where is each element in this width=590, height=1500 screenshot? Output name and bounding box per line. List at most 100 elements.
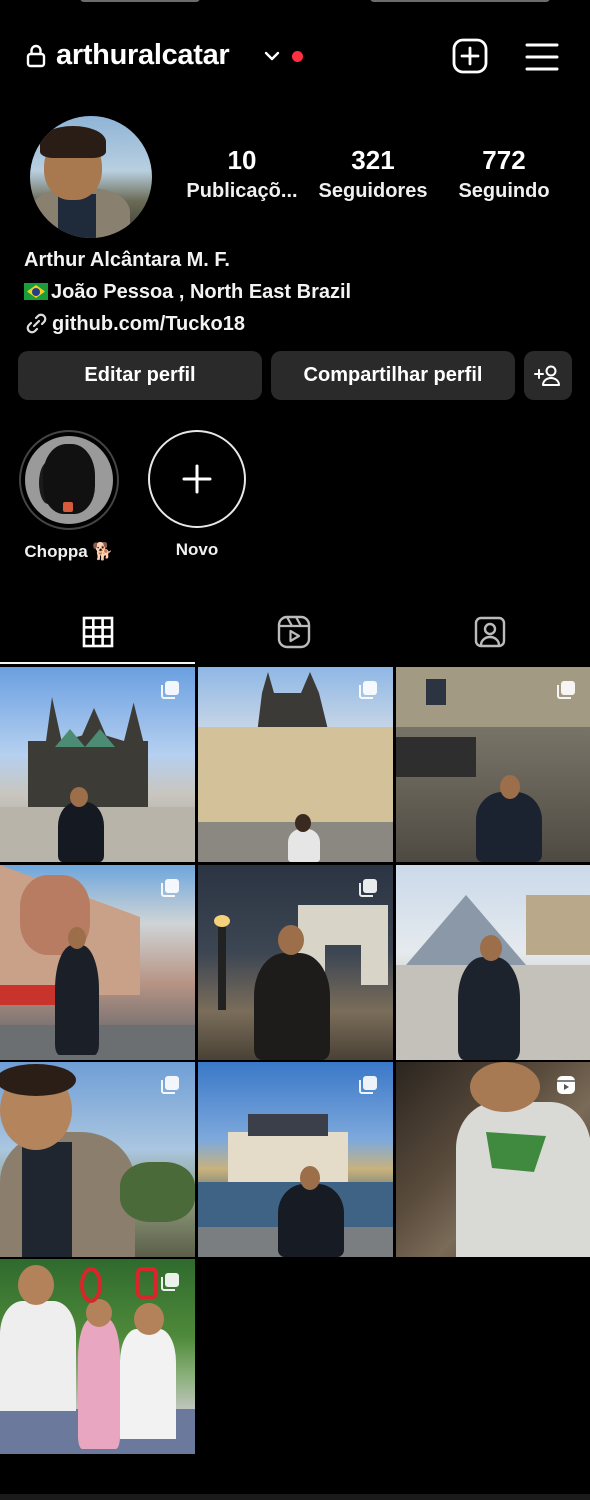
grid-icon bbox=[82, 616, 114, 648]
highlight-new[interactable]: Novo bbox=[142, 430, 252, 560]
balloon-number bbox=[80, 1267, 102, 1303]
post-tile[interactable] bbox=[198, 667, 393, 862]
reels-icon bbox=[277, 615, 311, 649]
balloon-number bbox=[136, 1267, 158, 1299]
username[interactable]: arthuralcatar bbox=[56, 39, 230, 72]
status-bar-left bbox=[80, 0, 200, 2]
white-shirt bbox=[456, 1102, 590, 1257]
person-head bbox=[278, 925, 304, 955]
followers-count-label: Seguidores bbox=[318, 180, 428, 202]
tab-posts[interactable] bbox=[0, 600, 196, 664]
posts-count-label: Publicaçõ... bbox=[186, 180, 298, 202]
person-head bbox=[295, 814, 311, 832]
shirt bbox=[22, 1142, 72, 1257]
person-figure bbox=[288, 829, 320, 862]
post-tile[interactable] bbox=[396, 667, 590, 862]
profile-tabs bbox=[0, 600, 590, 664]
child-dress bbox=[78, 1319, 120, 1449]
post-tile[interactable] bbox=[0, 1062, 195, 1257]
highlight-cover bbox=[25, 436, 113, 524]
person-figure bbox=[458, 957, 520, 1060]
bio-location: João Pessoa , North East Brazil bbox=[51, 281, 352, 303]
museum-building bbox=[228, 1132, 348, 1182]
post-tile[interactable] bbox=[0, 1259, 195, 1454]
profile-avatar[interactable] bbox=[30, 116, 152, 238]
post-tile[interactable] bbox=[396, 865, 590, 1060]
followers-count-value: 321 bbox=[351, 145, 395, 175]
posts-count[interactable]: 10 Publicaçõ... bbox=[177, 144, 307, 203]
status-bar-right bbox=[370, 0, 550, 2]
highlight-choppa[interactable]: Choppa 🐕 bbox=[14, 430, 124, 562]
post-tile[interactable] bbox=[198, 1062, 393, 1257]
active-tab-indicator bbox=[0, 662, 195, 664]
window bbox=[426, 679, 446, 705]
create-post-icon[interactable] bbox=[452, 38, 488, 74]
profile-bio: Arthur Alcântara M. F. João Pessoa , Nor… bbox=[24, 244, 574, 340]
carousel-badge-icon bbox=[359, 681, 377, 699]
avatar-shirt bbox=[58, 194, 96, 238]
tab-reels[interactable] bbox=[196, 600, 392, 664]
lamp-light bbox=[214, 915, 230, 927]
child-shirt bbox=[120, 1329, 176, 1439]
bio-link[interactable]: github.com/Tucko18 bbox=[52, 313, 245, 335]
carousel-badge-icon bbox=[161, 681, 179, 699]
followers-count[interactable]: 321 Seguidores bbox=[308, 144, 438, 203]
highlight-ring bbox=[19, 430, 119, 530]
glass-pyramid bbox=[406, 895, 526, 965]
lamp-post bbox=[218, 920, 226, 1010]
notification-dot bbox=[292, 51, 303, 62]
bio-link-line[interactable]: github.com/Tucko18 bbox=[24, 308, 574, 340]
highlight-label: Choppa 🐕 bbox=[24, 542, 114, 561]
person-figure bbox=[476, 792, 542, 862]
balcony bbox=[396, 737, 476, 777]
following-count-label: Seguindo bbox=[458, 180, 550, 202]
post-tile[interactable] bbox=[0, 667, 195, 862]
following-count[interactable]: 772 Seguindo bbox=[439, 144, 569, 203]
person-head bbox=[470, 1062, 540, 1112]
person-figure bbox=[58, 802, 104, 862]
carousel-badge-icon bbox=[359, 879, 377, 897]
edit-profile-button[interactable]: Editar perfil bbox=[18, 351, 262, 400]
child-head bbox=[18, 1265, 54, 1305]
share-profile-button[interactable]: Compartilhar perfil bbox=[271, 351, 515, 400]
carousel-badge-icon bbox=[557, 681, 575, 699]
posts-count-value: 10 bbox=[227, 145, 257, 175]
old-town-facades bbox=[198, 727, 393, 822]
cathedral-shape bbox=[28, 697, 148, 807]
person-figure bbox=[254, 953, 330, 1060]
chevron-down-icon[interactable] bbox=[262, 46, 282, 66]
bio-location-line: João Pessoa , North East Brazil bbox=[24, 276, 574, 308]
avatar-hair bbox=[40, 126, 106, 158]
museum-roof bbox=[248, 1114, 328, 1136]
carousel-badge-icon bbox=[161, 1273, 179, 1291]
person-figure bbox=[55, 945, 99, 1055]
post-tile[interactable] bbox=[396, 1062, 590, 1257]
new-highlight-ring bbox=[148, 430, 246, 528]
status-bar bbox=[0, 0, 590, 10]
tagged-icon bbox=[474, 616, 506, 648]
carousel-badge-icon bbox=[359, 1076, 377, 1094]
highlight-label: Novo bbox=[175, 540, 219, 559]
following-count-value: 772 bbox=[482, 145, 526, 175]
person-figure bbox=[278, 1184, 344, 1257]
person-head bbox=[480, 935, 502, 961]
brazil-flag-icon bbox=[24, 283, 48, 300]
bottom-edge bbox=[0, 1494, 590, 1500]
post-tile[interactable] bbox=[198, 865, 393, 1060]
post-tile[interactable] bbox=[0, 865, 195, 1060]
person-head bbox=[300, 1166, 320, 1190]
tab-tagged[interactable] bbox=[392, 600, 588, 664]
profile-header: arthuralcatar bbox=[0, 30, 590, 84]
add-person-icon bbox=[534, 365, 560, 386]
child-shirt bbox=[0, 1301, 76, 1411]
reel-badge-icon bbox=[557, 1076, 575, 1094]
menu-icon[interactable] bbox=[524, 40, 560, 74]
discover-people-button[interactable] bbox=[524, 351, 572, 400]
lock-icon bbox=[26, 44, 46, 68]
trees bbox=[120, 1162, 195, 1222]
person-head bbox=[500, 775, 520, 799]
display-name: Arthur Alcântara M. F. bbox=[24, 249, 230, 271]
palace-wing bbox=[526, 895, 590, 955]
hair bbox=[0, 1064, 76, 1096]
link-icon bbox=[26, 313, 47, 334]
